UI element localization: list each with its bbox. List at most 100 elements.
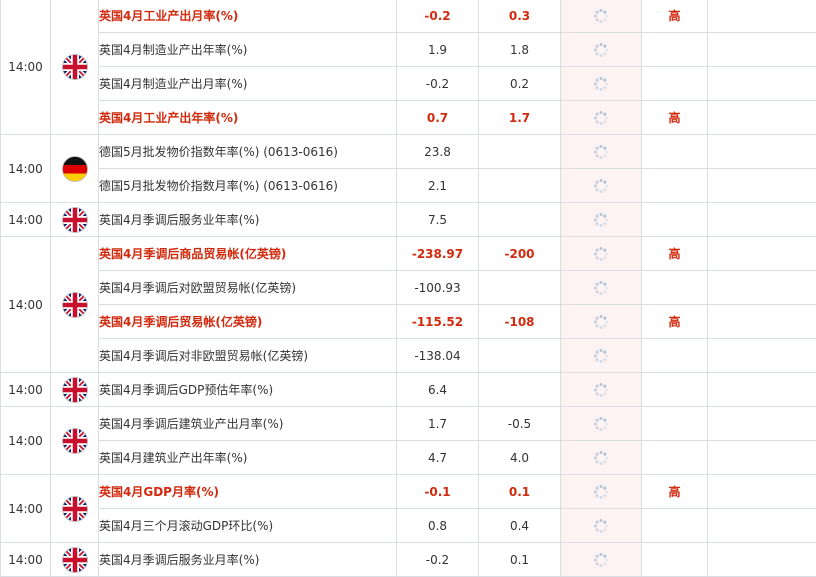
actual-value-pending — [561, 203, 642, 237]
importance-level — [642, 543, 708, 577]
uk-flag-icon — [62, 212, 88, 226]
previous-value: 1.7 — [397, 407, 479, 441]
loading-spinner-icon — [593, 348, 609, 362]
forecast-value: -200 — [479, 237, 561, 271]
detail-cell — [708, 509, 816, 543]
event-time: 14:00 — [1, 237, 51, 373]
country-flag-cell — [51, 543, 99, 577]
loading-spinner-icon — [593, 484, 609, 498]
indicator-name[interactable]: 英国4月季调后建筑业产出月率(%) — [99, 407, 397, 441]
indicator-name[interactable]: 德国5月批发物价指数年率(%) (0613-0616) — [99, 135, 397, 169]
indicator-name[interactable]: 英国4月季调后服务业月率(%) — [99, 543, 397, 577]
detail-cell — [708, 33, 816, 67]
detail-cell — [708, 373, 816, 407]
economic-calendar-table: 14:00英国4月工业产出月率(%)-0.20.3高英国4月制造业产出年率(%)… — [0, 0, 816, 577]
table-row[interactable]: 英国4月季调后贸易帐(亿英镑)-115.52-108高 — [1, 305, 816, 339]
importance-level: 高 — [642, 305, 708, 339]
table-row[interactable]: 14:00英国4月工业产出月率(%)-0.20.3高 — [1, 0, 816, 33]
table-row[interactable]: 14:00英国4月季调后服务业月率(%)-0.20.1 — [1, 543, 816, 577]
table-row[interactable]: 英国4月工业产出年率(%)0.71.7高 — [1, 101, 816, 135]
detail-cell — [708, 203, 816, 237]
country-flag-cell — [51, 0, 99, 135]
detail-cell — [708, 339, 816, 373]
uk-flag-icon — [62, 297, 88, 311]
previous-value: -0.2 — [397, 67, 479, 101]
event-time: 14:00 — [1, 543, 51, 577]
actual-value-pending — [561, 169, 642, 203]
forecast-value — [479, 203, 561, 237]
event-time: 14:00 — [1, 0, 51, 135]
indicator-name[interactable]: 英国4月制造业产出月率(%) — [99, 67, 397, 101]
indicator-name[interactable]: 英国4月三个月滚动GDP环比(%) — [99, 509, 397, 543]
event-time: 14:00 — [1, 135, 51, 203]
indicator-name[interactable]: 英国4月建筑业产出年率(%) — [99, 441, 397, 475]
indicator-name[interactable]: 德国5月批发物价指数月率(%) (0613-0616) — [99, 169, 397, 203]
table-row[interactable]: 德国5月批发物价指数月率(%) (0613-0616)2.1 — [1, 169, 816, 203]
actual-value-pending — [561, 101, 642, 135]
table-row[interactable]: 14:00英国4月季调后服务业年率(%)7.5 — [1, 203, 816, 237]
forecast-value — [479, 373, 561, 407]
forecast-value: -0.5 — [479, 407, 561, 441]
actual-value-pending — [561, 135, 642, 169]
actual-value-pending — [561, 339, 642, 373]
uk-flag-icon — [62, 552, 88, 566]
country-flag-cell — [51, 135, 99, 203]
importance-level: 高 — [642, 0, 708, 33]
actual-value-pending — [561, 543, 642, 577]
actual-value-pending — [561, 305, 642, 339]
indicator-name[interactable]: 英国4月季调后对欧盟贸易帐(亿英镑) — [99, 271, 397, 305]
indicator-name[interactable]: 英国4月季调后商品贸易帐(亿英镑) — [99, 237, 397, 271]
table-row[interactable]: 英国4月季调后对欧盟贸易帐(亿英镑)-100.93 — [1, 271, 816, 305]
country-flag-cell — [51, 373, 99, 407]
uk-flag-icon — [62, 433, 88, 447]
loading-spinner-icon — [593, 314, 609, 328]
previous-value: -0.2 — [397, 543, 479, 577]
table-row[interactable]: 14:00英国4月季调后建筑业产出月率(%)1.7-0.5 — [1, 407, 816, 441]
detail-cell — [708, 169, 816, 203]
table-row[interactable]: 英国4月季调后对非欧盟贸易帐(亿英镑)-138.04 — [1, 339, 816, 373]
importance-level — [642, 373, 708, 407]
indicator-name[interactable]: 英国4月工业产出年率(%) — [99, 101, 397, 135]
importance-level — [642, 169, 708, 203]
country-flag-cell — [51, 475, 99, 543]
detail-cell — [708, 67, 816, 101]
actual-value-pending — [561, 475, 642, 509]
detail-cell — [708, 305, 816, 339]
importance-level — [642, 67, 708, 101]
table-row[interactable]: 14:00英国4月季调后GDP预估年率(%)6.4 — [1, 373, 816, 407]
country-flag-cell — [51, 203, 99, 237]
indicator-name[interactable]: 英国4月季调后GDP预估年率(%) — [99, 373, 397, 407]
importance-level: 高 — [642, 101, 708, 135]
table-row[interactable]: 英国4月三个月滚动GDP环比(%)0.80.4 — [1, 509, 816, 543]
table-row[interactable]: 英国4月建筑业产出年率(%)4.74.0 — [1, 441, 816, 475]
importance-level — [642, 203, 708, 237]
indicator-name[interactable]: 英国4月季调后贸易帐(亿英镑) — [99, 305, 397, 339]
table-row[interactable]: 14:00德国5月批发物价指数年率(%) (0613-0616)23.8 — [1, 135, 816, 169]
loading-spinner-icon — [593, 552, 609, 566]
table-row[interactable]: 英国4月制造业产出月率(%)-0.20.2 — [1, 67, 816, 101]
actual-value-pending — [561, 271, 642, 305]
loading-spinner-icon — [593, 450, 609, 464]
loading-spinner-icon — [593, 518, 609, 532]
previous-value: 0.8 — [397, 509, 479, 543]
actual-value-pending — [561, 373, 642, 407]
table-row[interactable]: 14:00英国4月季调后商品贸易帐(亿英镑)-238.97-200高 — [1, 237, 816, 271]
indicator-name[interactable]: 英国4月季调后服务业年率(%) — [99, 203, 397, 237]
table-row[interactable]: 英国4月制造业产出年率(%)1.91.8 — [1, 33, 816, 67]
importance-level — [642, 509, 708, 543]
forecast-value: 1.8 — [479, 33, 561, 67]
importance-level — [642, 339, 708, 373]
indicator-name[interactable]: 英国4月工业产出月率(%) — [99, 0, 397, 33]
previous-value: -0.1 — [397, 475, 479, 509]
actual-value-pending — [561, 33, 642, 67]
table-row[interactable]: 14:00英国4月GDP月率(%)-0.10.1高 — [1, 475, 816, 509]
event-time: 14:00 — [1, 407, 51, 475]
indicator-name[interactable]: 英国4月季调后对非欧盟贸易帐(亿英镑) — [99, 339, 397, 373]
previous-value: 0.7 — [397, 101, 479, 135]
indicator-name[interactable]: 英国4月制造业产出年率(%) — [99, 33, 397, 67]
loading-spinner-icon — [593, 76, 609, 90]
indicator-name[interactable]: 英国4月GDP月率(%) — [99, 475, 397, 509]
forecast-value: 4.0 — [479, 441, 561, 475]
germany-flag-icon — [62, 161, 88, 175]
importance-level — [642, 441, 708, 475]
